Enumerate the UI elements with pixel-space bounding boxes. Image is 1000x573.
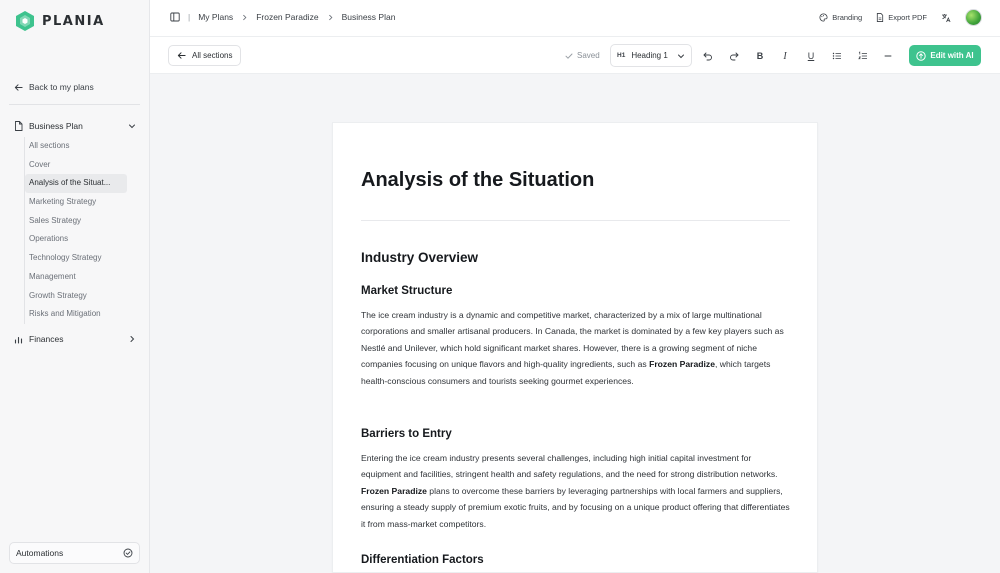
breadcrumb-my-plans[interactable]: My Plans [198,12,233,22]
sidebar-item-all-sections[interactable]: All sections [25,137,127,156]
bullet-list-button[interactable] [829,48,845,64]
heading-value: Heading 1 [631,51,668,60]
heading-select[interactable]: H1 Heading 1 [610,44,692,67]
sidebar: PLANIA Back to my plans Business Plan Al… [0,0,150,573]
chevron-down-icon [678,54,684,58]
all-sections-label: All sections [192,51,233,60]
numbered-list-button[interactable] [855,48,871,64]
sidebar-item-growth-strategy[interactable]: Growth Strategy [25,287,127,306]
translate-icon [942,13,951,22]
underline-icon: U [807,51,815,61]
title-divider [361,220,790,221]
all-sections-button[interactable]: All sections [168,45,242,66]
undo-button[interactable] [700,48,716,64]
check-circle-icon [123,548,133,558]
bar-chart-icon [14,336,23,344]
heading-icon: H1 [617,52,626,59]
subheading-differentiation[interactable]: Differentiation Factors [361,554,484,566]
italic-icon: I [783,50,787,62]
paragraph-barriers[interactable]: Entering the ice cream industry presents… [361,450,791,532]
bullet-list-icon [832,52,841,60]
saved-label: Saved [577,51,600,60]
app-logo[interactable]: PLANIA [14,10,105,32]
breadcrumb: | My Plans Frozen Paradize Business Plan [170,12,395,22]
automations-button[interactable]: Automations [9,542,140,564]
subheading-barriers[interactable]: Barriers to Entry [361,428,452,440]
file-export-icon [877,13,884,22]
editor-toolbar: All sections Saved H1 Heading 1 B I U Ed… [150,37,1000,74]
translate-button[interactable] [941,13,951,23]
undo-icon [703,52,712,61]
sidebar-item-management[interactable]: Management [25,268,127,287]
automations-label: Automations [16,548,64,558]
back-label: Back to my plans [29,82,94,92]
bold-button[interactable]: B [752,48,768,64]
sidebar-divider [9,104,140,105]
arrow-left-icon [14,83,23,91]
subheading-market-structure[interactable]: Market Structure [361,285,452,297]
numbered-list-icon [858,51,867,60]
header-actions: Branding Export PDF [819,9,982,26]
plania-logo-icon [16,11,34,31]
breadcrumb-plan[interactable]: Frozen Paradize [256,12,318,22]
edit-with-ai-button[interactable]: Edit with AI [909,45,981,66]
underline-button[interactable]: U [803,48,819,64]
arrow-left-icon [177,52,186,59]
paragraph-text: Entering the ice cream industry presents… [361,453,778,480]
document-title[interactable]: Analysis of the Situation [361,169,594,192]
business-plan-label: Business Plan [29,121,83,131]
avatar[interactable] [965,9,982,26]
back-to-plans-link[interactable]: Back to my plans [14,82,94,92]
breadcrumb-divider: | [188,12,191,22]
branding-label: Branding [832,13,863,22]
saved-status: Saved [565,51,600,60]
paragraph-market-structure[interactable]: The ice cream industry is a dynamic and … [361,307,791,389]
ai-sparkle-icon [916,50,927,61]
finances-label: Finances [29,334,64,344]
sidebar-group-business-plan[interactable]: Business Plan [14,121,136,131]
sidebar-group-finances[interactable]: Finances [14,334,136,344]
sidebar-item-analysis[interactable]: Analysis of the Situat... [25,174,127,194]
document-icon [15,121,23,131]
branding-button[interactable]: Branding [819,13,862,22]
business-plan-subnav: All sections Cover Analysis of the Situa… [24,137,140,324]
breadcrumb-business-plan[interactable]: Business Plan [342,12,396,22]
check-icon [565,53,573,59]
chevron-right-icon [328,14,332,20]
document-page[interactable]: Analysis of the Situation Industry Overv… [332,122,818,573]
chevron-right-icon [243,14,247,20]
sidebar-item-marketing-strategy[interactable]: Marketing Strategy [25,193,127,212]
bold-icon: B [756,51,764,61]
horizontal-rule-button[interactable] [880,48,896,64]
chevron-down-icon [129,124,135,129]
sidebar-item-sales-strategy[interactable]: Sales Strategy [25,212,127,231]
minus-icon [884,55,892,57]
chevron-right-icon [130,336,135,342]
section-heading[interactable]: Industry Overview [361,250,478,265]
palette-icon [819,13,828,22]
italic-button[interactable]: I [777,48,793,64]
sidebar-item-risks-mitigation[interactable]: Risks and Mitigation [25,305,127,324]
export-label: Export PDF [888,13,927,22]
redo-button[interactable] [726,48,742,64]
app-name: PLANIA [42,13,105,29]
sidebar-toggle-icon[interactable] [170,12,180,22]
sidebar-item-cover[interactable]: Cover [25,156,127,175]
export-pdf-button[interactable]: Export PDF [876,13,927,22]
redo-icon [730,52,739,61]
sidebar-item-technology-strategy[interactable]: Technology Strategy [25,249,127,268]
sidebar-item-operations[interactable]: Operations [25,230,127,249]
top-header: | My Plans Frozen Paradize Business Plan… [150,0,1000,37]
bold-company-name: Frozen Paradize [649,359,715,370]
edit-ai-label: Edit with AI [930,51,974,60]
bold-company-name: Frozen Paradize [361,485,427,496]
